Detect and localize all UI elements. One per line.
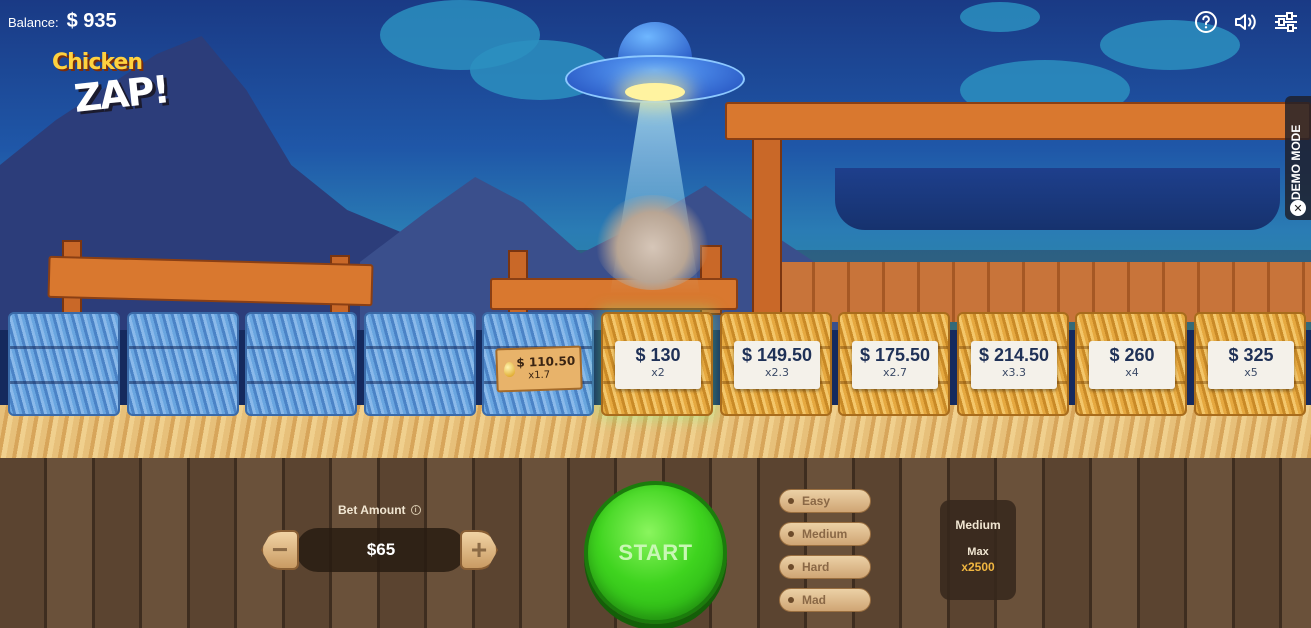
sound-icon[interactable] — [1233, 9, 1259, 35]
multiplier-sign: $ 214.50 x3.3 — [971, 341, 1057, 389]
cloud — [960, 2, 1040, 32]
difficulty-option-label: Easy — [802, 494, 831, 508]
payout-multiplier: x4 — [1125, 366, 1139, 379]
bet-amount-value: $65 — [366, 540, 396, 559]
demo-mode-tab[interactable]: DEMO MODE ✕ — [1285, 96, 1311, 220]
fence-plank — [47, 255, 374, 307]
max-label: Max — [967, 546, 989, 558]
plus-icon: + — [470, 534, 488, 565]
hay-bale-lane-4 — [364, 312, 476, 416]
game-stage: $ 110.50 x1.7 $ 130 x2 $ 149.50 x2.3 $ 175.50 x… — [0, 0, 1311, 628]
hay-bale-lane-2 — [127, 312, 239, 416]
close-icon[interactable]: ✕ — [1290, 200, 1306, 216]
radio-dot-icon — [788, 597, 794, 603]
payout-amount: $ 175.50 — [859, 345, 931, 365]
payout-multiplier: x2 — [651, 366, 665, 379]
payout-amount: $ 260 — [1109, 345, 1155, 365]
barn-beam — [725, 102, 1311, 140]
difficulty-option-medium[interactable]: Medium — [779, 522, 871, 546]
difficulty-option-hard[interactable]: Hard — [779, 555, 871, 579]
difficulty-option-label: Hard — [802, 560, 830, 574]
settings-sliders-icon[interactable] — [1273, 9, 1299, 35]
demo-mode-label: DEMO MODE — [1289, 124, 1303, 200]
bet-amount-label: Bet Amount i — [338, 503, 421, 517]
radio-dot-icon — [788, 498, 794, 504]
multiplier-sign: $ 110.50 x1.7 — [495, 345, 583, 393]
balance-label: Balance: — [8, 15, 59, 30]
egg-icon — [503, 361, 516, 378]
barn-post — [752, 130, 782, 315]
payout-multiplier: x5 — [1244, 366, 1258, 379]
multiplier-sign: $ 149.50 x2.3 — [734, 341, 820, 389]
ufo-light — [625, 83, 685, 101]
difficulty-option-mad[interactable]: Mad — [779, 588, 871, 612]
radio-dot-icon — [788, 564, 794, 570]
hay-bale-lane-6: $ 130 x2 — [601, 312, 713, 416]
start-button-label: START — [618, 539, 693, 565]
hay-bale-lane-10: $ 260 x4 — [1075, 312, 1187, 416]
difficulty-option-label: Mad — [802, 593, 826, 607]
multiplier-sign: $ 175.50 x2.7 — [852, 341, 938, 389]
radio-dot-icon — [788, 531, 794, 537]
bet-amount-field[interactable]: $65 — [296, 528, 466, 572]
top-right-toolbar — [1193, 9, 1299, 35]
difficulty-option-easy[interactable]: Easy — [779, 489, 871, 513]
balance-display: Balance: $ 935 — [8, 10, 117, 33]
payout-amount: $ 149.50 — [741, 345, 813, 365]
hay-bale-lane-9: $ 214.50 x3.3 — [957, 312, 1069, 416]
multiplier-sign: $ 260 x4 — [1089, 341, 1175, 389]
hay-bale-lane-1 — [8, 312, 120, 416]
multiplier-sign: $ 325 x5 — [1208, 341, 1294, 389]
payout-multiplier: x2.7 — [882, 366, 907, 379]
payout-amount: $ 325 — [1228, 345, 1274, 365]
bet-amount-label-text: Bet Amount — [338, 503, 406, 517]
start-button[interactable]: START — [584, 481, 727, 624]
payout-amount: $ 214.50 — [978, 345, 1050, 365]
logo-text-zap: ZAP! — [71, 67, 171, 121]
hay-bale-lane-11: $ 325 x5 — [1194, 312, 1306, 416]
help-icon[interactable] — [1193, 9, 1219, 35]
multiplier-sign: $ 130 x2 — [615, 341, 701, 389]
hay-bale-lane-8: $ 175.50 x2.7 — [838, 312, 950, 416]
max-multiplier-panel: Medium Max x2500 — [940, 500, 1016, 600]
payout-amount: $ 130 — [635, 345, 681, 365]
info-icon[interactable]: i — [410, 505, 421, 515]
minus-icon: − — [271, 534, 289, 565]
max-multiplier-value: x2500 — [961, 560, 995, 574]
smoke-cloud — [595, 195, 710, 290]
payout-multiplier: x2.3 — [764, 366, 789, 379]
selected-difficulty: Medium — [955, 518, 1001, 532]
difficulty-option-label: Medium — [802, 527, 848, 541]
hay-bale-lane-3 — [245, 312, 357, 416]
payout-multiplier: x3.3 — [1001, 366, 1026, 379]
game-logo: Chicken ZAP! — [50, 50, 170, 128]
hay-bale-lane-5: $ 110.50 x1.7 — [482, 312, 594, 416]
balance-value: $ 935 — [66, 10, 117, 32]
barn-tarp — [835, 168, 1280, 230]
hay-bale-lane-7: $ 149.50 x2.3 — [720, 312, 832, 416]
